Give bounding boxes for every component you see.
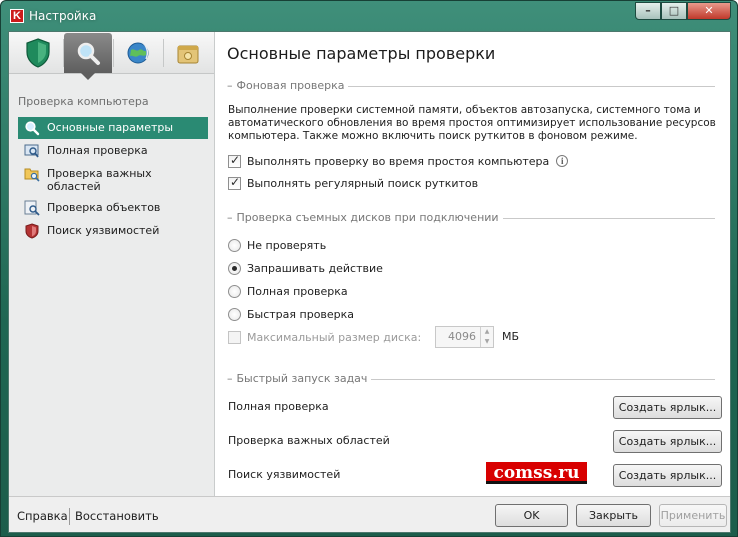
sidebar-nav: Основные параметры Полная проверка Прове… [18,117,208,243]
max-disk-size-checkbox[interactable] [228,330,241,344]
magnifier-icon [25,121,40,136]
removable-option-full-scan[interactable]: Полная проверка [228,283,348,299]
radio-button[interactable] [228,238,241,252]
radio-button[interactable] [228,284,241,298]
task-label-critical-areas: Проверка важных областей [228,434,390,447]
maximize-button[interactable]: □ [661,2,687,20]
sidebar-item-label: Проверка объектов [47,201,161,214]
task-label-vulnerability-scan: Поиск уязвимостей [228,468,341,481]
folder-scan-icon [24,168,40,182]
close-button[interactable]: Закрыть [576,504,651,527]
stepper-down-icon[interactable]: ▼ [481,337,493,347]
stepper-buttons: ▲ ▼ [480,327,493,347]
restore-link[interactable]: Восстановить [75,509,159,523]
group-title: – Проверка съемных дисков при подключении [227,211,503,225]
window-controls: – □ ✕ [635,2,731,20]
dialog-client-area: Проверка компьютера Основные параметры П… [8,31,731,533]
stepper-up-icon[interactable]: ▲ [481,327,493,337]
sidebar-item-label: Полная проверка [47,144,148,157]
max-disk-size-value[interactable]: 4096 [436,327,480,347]
max-disk-size-option[interactable]: Максимальный размер диска: [228,329,421,345]
radio-button[interactable] [228,261,241,275]
max-disk-size-stepper[interactable]: 4096 ▲ ▼ [435,326,494,348]
kaspersky-app-icon: K [10,9,24,23]
settings-main-panel: Основные параметры проверки – Фоновая про… [216,32,730,496]
title-bar[interactable]: K Настройка – □ ✕ [1,1,737,31]
group-title-text: Быстрый запуск задач [236,372,368,385]
rootkit-scan-option[interactable]: Выполнять регулярный поиск руткитов [228,175,478,191]
group-quick-launch: – Быстрый запуск задач [227,372,715,386]
task-label-full-scan: Полная проверка [228,400,329,413]
idle-scan-label[interactable]: Выполнять проверку во время простоя комп… [247,155,549,168]
max-disk-size-label: Максимальный размер диска: [247,330,422,344]
minimize-button[interactable]: – [635,2,661,20]
rootkit-scan-checkbox[interactable] [228,175,241,190]
scan-magnifier-icon [77,42,100,65]
group-background-scan: – Фоновая проверка [227,79,715,93]
sidebar-item-vulnerability-scan[interactable]: Поиск уязвимостей [18,220,208,242]
ok-button[interactable]: OK [495,504,568,527]
footer-divider [69,508,70,525]
removable-option-quick-scan[interactable]: Быстрая проверка [228,306,354,322]
settings-window: K Настройка – □ ✕ Проверка компьютера Ос… [0,0,738,537]
tab-settings[interactable] [164,33,212,73]
sidebar-section-label: Проверка компьютера [18,95,149,108]
info-icon[interactable]: i [556,155,569,167]
create-shortcut-vulnerability-button[interactable]: Создать ярлык... [613,464,722,487]
settings-box-icon [177,45,199,64]
sidebar-item-critical-areas[interactable]: Проверка важных областей [18,163,208,196]
left-navigation-pane: Проверка компьютера Основные параметры П… [9,32,215,496]
objects-scan-icon [24,200,40,216]
radio-label[interactable]: Полная проверка [247,285,348,298]
update-globe-icon [127,41,149,64]
group-title-text: Проверка съемных дисков при подключении [236,211,499,224]
group-title: – Фоновая проверка [227,79,349,93]
dialog-footer: Справка Восстановить OK Закрыть Применит… [9,496,730,532]
apply-button[interactable]: Применить [659,504,727,527]
tab-protection[interactable] [14,33,62,73]
group-removable-drives: – Проверка съемных дисков при подключении [227,211,715,225]
category-icon-bar [9,32,214,80]
create-shortcut-critical-areas-button[interactable]: Создать ярлык... [613,430,722,453]
help-link[interactable]: Справка [17,509,68,523]
idle-scan-option[interactable]: Выполнять проверку во время простоя комп… [228,153,569,169]
tab-update[interactable] [114,33,162,73]
monitor-scan-icon [24,144,39,158]
sidebar-item-main-settings[interactable]: Основные параметры [18,117,208,139]
group-title: – Быстрый запуск задач [227,372,372,386]
radio-button[interactable] [228,307,241,321]
close-window-button[interactable]: ✕ [687,2,731,20]
idle-scan-checkbox[interactable] [228,153,241,168]
create-shortcut-full-scan-button[interactable]: Создать ярлык... [613,396,722,419]
window-title: Настройка [29,9,97,23]
sidebar-item-label: Проверка важных областей [47,167,152,193]
removable-option-dont-scan[interactable]: Не проверять [228,237,326,253]
rootkit-scan-label[interactable]: Выполнять регулярный поиск руткитов [247,177,478,190]
sidebar-item-label: Поиск уязвимостей [47,224,160,237]
max-disk-size-unit: МБ [502,330,520,343]
radio-label[interactable]: Не проверять [247,239,326,252]
sidebar-item-label: Основные параметры [47,121,174,134]
group-title-text: Фоновая проверка [236,79,345,92]
page-title: Основные параметры проверки [227,44,496,63]
sidebar-item-full-scan[interactable]: Полная проверка [18,140,208,162]
radio-label[interactable]: Быстрая проверка [247,308,354,321]
vulnerability-shield-icon [25,223,39,239]
protection-shield-icon [26,38,50,68]
comss-watermark: comss.ru [486,462,587,484]
tab-scan[interactable] [64,33,112,80]
removable-option-ask[interactable]: Запрашивать действие [228,260,383,276]
radio-label[interactable]: Запрашивать действие [247,262,383,275]
sidebar-item-object-scan[interactable]: Проверка объектов [18,197,208,219]
background-scan-description: Выполнение проверки системной памяти, об… [228,104,716,142]
